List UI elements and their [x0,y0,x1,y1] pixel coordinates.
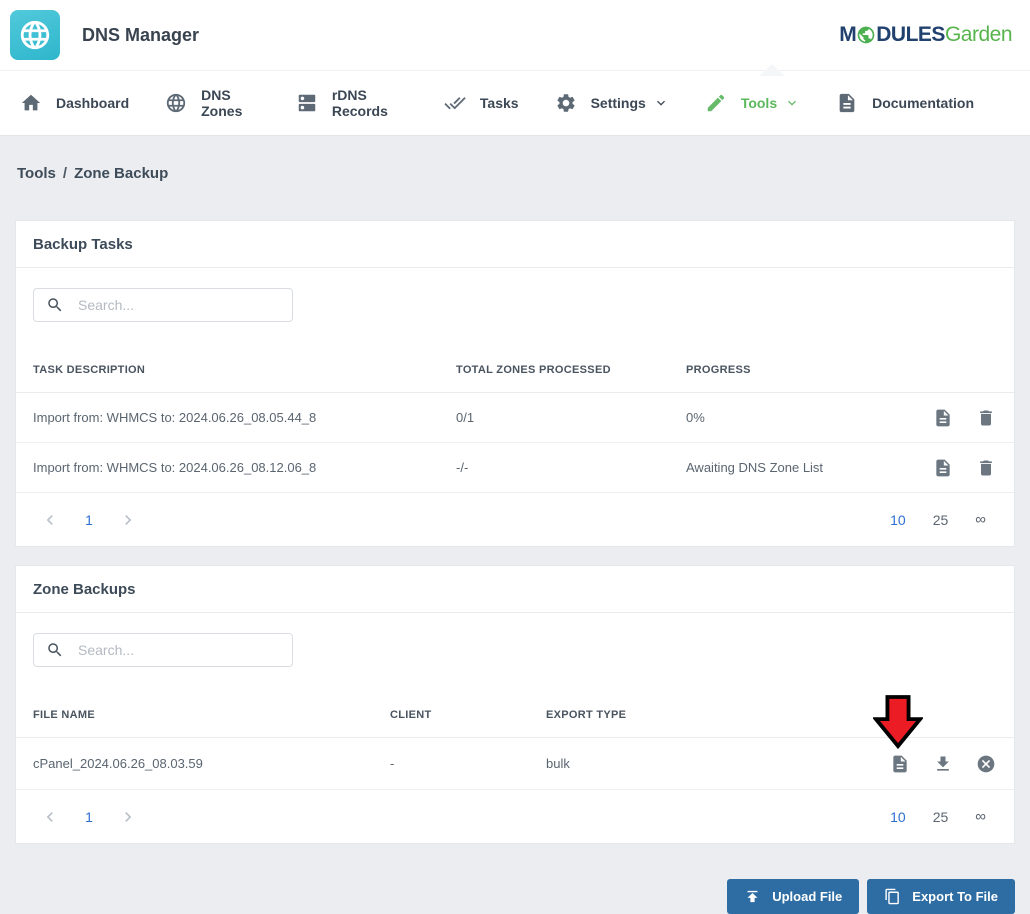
next-page-icon[interactable] [118,510,138,530]
home-icon [20,92,42,114]
nav-item-rdns-records[interactable]: rDNS Records [296,87,408,119]
download-backup-icon[interactable] [933,754,953,774]
logo-text-garden: Garden [944,23,1013,46]
task-log-icon[interactable] [933,458,953,478]
nav-item-dashboard[interactable]: Dashboard [20,92,129,114]
column-export-type: EXPORT TYPE [546,708,627,721]
client-cell: - [390,756,395,771]
total-zones-cell: -/- [456,460,469,475]
modulesgarden-logo: M DULES Garden [839,23,1012,47]
zone-backups-title: Zone Backups [16,566,1014,613]
column-total-zones: TOTAL ZONES PROCESSED [456,363,611,376]
backup-tasks-search [33,288,293,322]
app-globe-icon [10,10,60,60]
app-header: DNS Manager M DULES Garden [0,0,1030,71]
chevron-down-icon [653,95,669,111]
delete-task-icon[interactable] [976,458,996,478]
copy-icon [885,888,900,905]
globe-icon [165,92,187,114]
page-size-25[interactable]: 25 [933,809,949,825]
upload-file-button[interactable]: Upload File [727,879,860,914]
action-bar: Upload File Export To File [15,862,1015,914]
zone-backups-search [33,633,293,667]
zone-backups-pagination: 1 10 25 ∞ [16,790,1014,843]
page-number[interactable]: 1 [80,809,98,825]
export-type-cell: bulk [546,756,570,771]
page-size-all[interactable]: ∞ [975,808,986,825]
task-log-icon[interactable] [933,408,953,428]
logo-text-m: M [839,23,857,46]
breadcrumb-separator: / [62,165,68,182]
page-size-25[interactable]: 25 [933,512,949,528]
table-row: Import from: WHMCS to: 2024.06.26_08.05.… [16,393,1014,443]
page-size-10[interactable]: 10 [890,512,906,528]
zone-backups-card: Zone Backups FILE NAME CLIENT EXPORT TYP… [15,565,1015,844]
delete-backup-icon[interactable] [976,754,996,774]
column-client: CLIENT [390,708,432,721]
logo-globe-icon [856,25,876,45]
page-number[interactable]: 1 [80,512,98,528]
table-header-row: FILE NAME CLIENT EXPORT TYPE [16,692,1014,738]
breadcrumb-section[interactable]: Tools [17,165,56,182]
dns-server-icon [296,92,318,114]
done-all-icon [444,92,466,114]
page-size-10[interactable]: 10 [890,809,906,825]
page-title: DNS Manager [82,24,200,45]
backup-tasks-title: Backup Tasks [16,221,1014,268]
upload-icon [747,890,758,903]
chevron-down-icon [784,95,800,111]
nav-item-documentation[interactable]: Documentation [836,92,974,114]
breadcrumb-page: Zone Backup [74,165,169,182]
next-page-icon[interactable] [118,807,138,827]
total-zones-cell: 0/1 [456,410,475,425]
previous-page-icon[interactable] [40,510,60,530]
pencil-icon [705,92,727,114]
search-input[interactable] [76,641,280,659]
document-icon [836,92,858,114]
backup-tasks-table: TASK DESCRIPTION TOTAL ZONES PROCESSED P… [16,347,1014,546]
logo-text-dules: DULES [876,23,945,46]
table-row: Import from: WHMCS to: 2024.06.26_08.12.… [16,443,1014,493]
active-nav-caret [759,64,785,76]
search-icon [48,643,62,657]
file-name-cell: cPanel_2024.06.26_08.03.59 [33,756,203,771]
column-file-name: FILE NAME [33,708,95,721]
zone-backups-table: FILE NAME CLIENT EXPORT TYPE cPanel_2024… [16,692,1014,843]
column-task-description: TASK DESCRIPTION [33,363,146,376]
search-input[interactable] [76,296,280,314]
progress-cell: 0% [686,410,705,425]
nav-item-tasks[interactable]: Tasks [444,92,519,114]
previous-page-icon[interactable] [40,807,60,827]
delete-task-icon[interactable] [976,408,996,428]
breadcrumb: Tools / Zone Backup [17,165,1013,182]
progress-cell: Awaiting DNS Zone List [686,460,824,475]
task-description-cell: Import from: WHMCS to: 2024.06.26_08.12.… [33,460,317,475]
table-header-row: TASK DESCRIPTION TOTAL ZONES PROCESSED P… [16,347,1014,393]
table-row: cPanel_2024.06.26_08.03.59 - bulk [16,738,1014,790]
task-description-cell: Import from: WHMCS to: 2024.06.26_08.05.… [33,410,317,425]
nav-item-settings[interactable]: Settings [555,92,669,114]
nav-item-dns-zones[interactable]: DNS Zones [165,87,260,119]
gear-icon [555,92,577,114]
backup-log-icon[interactable] [890,754,910,774]
page-size-all[interactable]: ∞ [975,511,986,528]
backup-tasks-pagination: 1 10 25 ∞ [16,493,1014,546]
nav-item-tools[interactable]: Tools [705,92,800,114]
column-progress: PROGRESS [686,363,751,376]
export-to-file-button[interactable]: Export To File [867,879,1015,914]
backup-tasks-card: Backup Tasks TASK DESCRIPTION TOTAL ZONE… [15,220,1015,547]
search-icon [48,298,62,312]
main-nav: Dashboard DNS Zones rDNS Records Tasks S… [0,71,1030,136]
page-content: Tools / Zone Backup Backup Tasks TASK DESC… [0,165,1030,914]
